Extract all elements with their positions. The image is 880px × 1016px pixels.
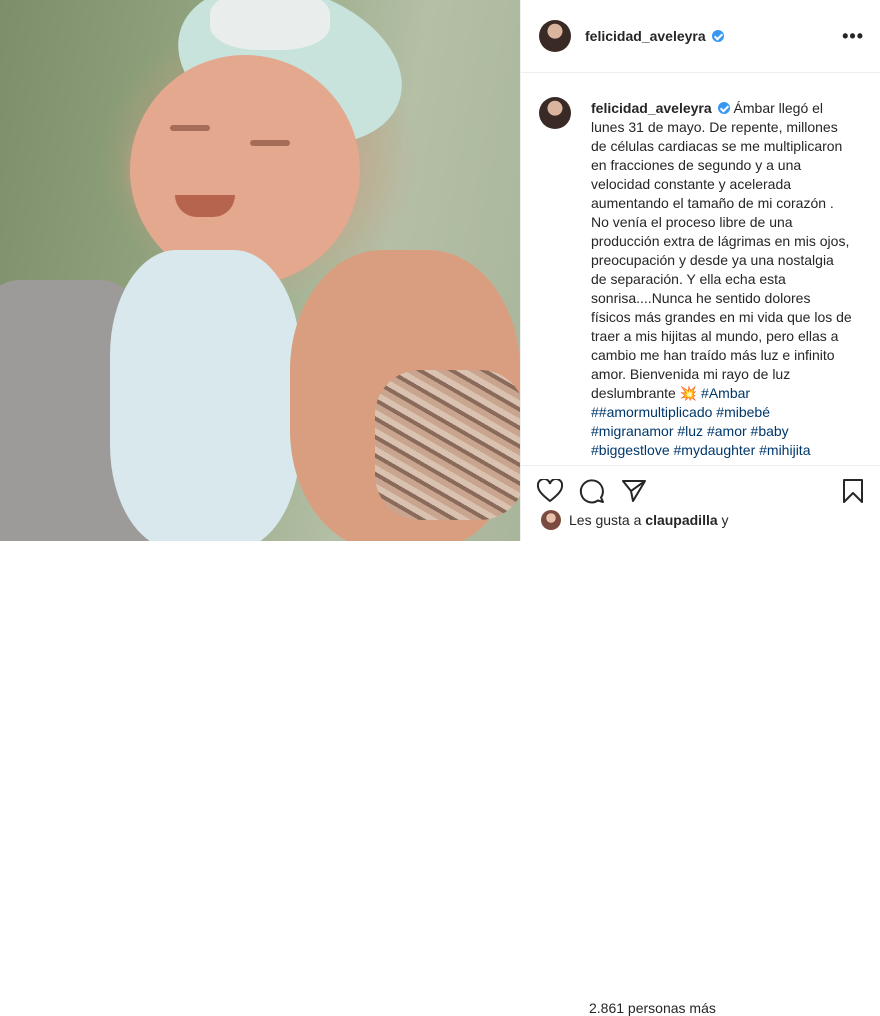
post-header: felicidad_aveleyra ••• [521, 0, 880, 73]
photo-closed-eye [250, 140, 290, 146]
action-icons [521, 466, 880, 504]
likes-count[interactable]: 2.861 personas más [589, 1000, 716, 1016]
hashtag[interactable]: #amor [707, 423, 747, 439]
caption: felicidad_aveleyra Ámbar llegó el lunes … [591, 99, 853, 465]
verified-icon [717, 102, 730, 114]
hashtag[interactable]: #mibebé [716, 404, 770, 420]
post-actions: Les gusta a claupadilla y 2.861 personas… [521, 465, 880, 1016]
avatar[interactable] [539, 97, 571, 129]
caption-text: Ámbar llegó el lunes 31 de mayo. De repe… [591, 100, 852, 401]
hashtag[interactable]: #migranamor [591, 423, 673, 439]
caption-area: felicidad_aveleyra Ámbar llegó el lunes … [521, 73, 880, 465]
liker-username[interactable]: claupadilla [645, 512, 717, 528]
instagram-post: felicidad_aveleyra ••• felicidad_aveleyr… [0, 0, 880, 1016]
likes-row: Les gusta a claupadilla y [521, 504, 880, 530]
share-icon[interactable] [621, 479, 647, 503]
caption-username[interactable]: felicidad_aveleyra [591, 100, 712, 116]
bookmark-icon[interactable] [842, 478, 864, 504]
heart-icon[interactable] [537, 479, 563, 503]
photo-bracelets [375, 370, 520, 520]
avatar[interactable] [539, 20, 571, 52]
verified-icon [711, 30, 724, 42]
hashtag[interactable]: #baby [751, 423, 789, 439]
likes-prefix: Les gusta a [569, 512, 642, 528]
more-icon[interactable]: ••• [842, 26, 864, 47]
hashtag[interactable]: #mihijita [759, 442, 810, 458]
post-photo[interactable] [0, 0, 520, 541]
photo-bow [210, 0, 330, 50]
hashtag[interactable]: #biggestlove [591, 442, 670, 458]
emoji: 💥 [679, 385, 698, 401]
photo-closed-eye [170, 125, 210, 131]
likes-overflow: 2.861 personas más [589, 1000, 716, 1016]
comment-icon[interactable] [579, 478, 605, 504]
hashtag[interactable]: #luz [677, 423, 703, 439]
likes-suffix: y [721, 512, 729, 528]
post-sidebar: felicidad_aveleyra ••• felicidad_aveleyr… [520, 0, 880, 1016]
liker-avatar[interactable] [541, 510, 561, 530]
hashtag[interactable]: #Ambar [701, 385, 750, 401]
hashtag[interactable]: #mydaughter [674, 442, 756, 458]
hashtag[interactable]: ##amormultiplicado [591, 404, 712, 420]
username[interactable]: felicidad_aveleyra [585, 28, 706, 44]
photo-blanket [110, 250, 300, 541]
